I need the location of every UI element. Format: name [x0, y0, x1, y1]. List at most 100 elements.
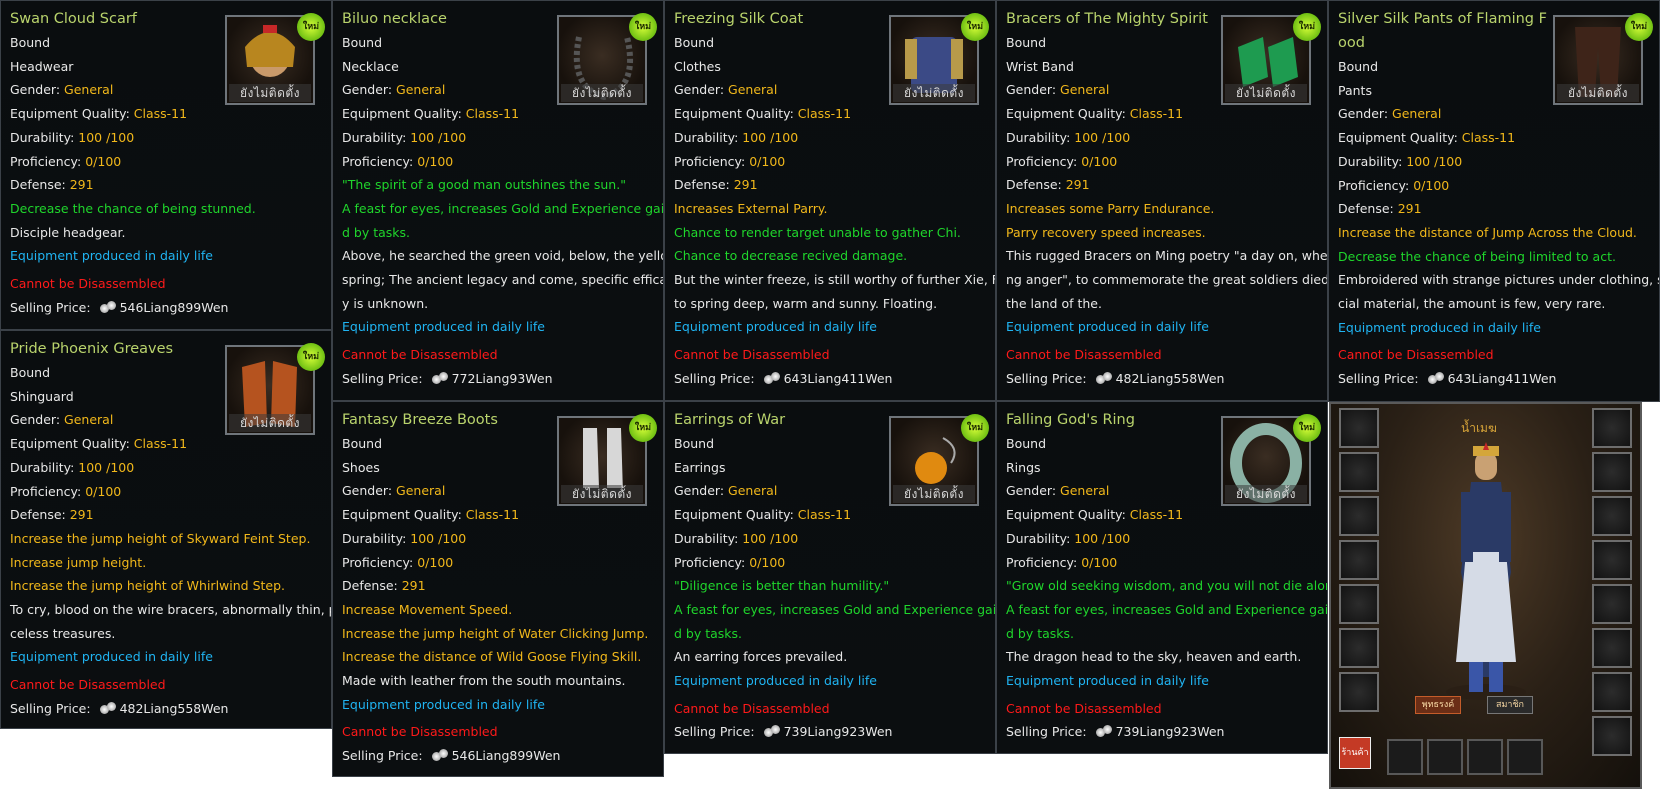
- equip-slot-ring-2[interactable]: [1592, 628, 1632, 668]
- equip-slot-hidden-weapon[interactable]: [1592, 452, 1632, 492]
- item-stat: Durability: 100 /100: [10, 456, 331, 480]
- stat-value: Class-11: [1461, 130, 1516, 146]
- item-tooltip-3: ยังไม่ติดตั้ง ใหม่ Bracers of The Mighty S…: [996, 0, 1328, 401]
- item-line: Increase the jump height of Water Clicki…: [342, 625, 649, 641]
- stat-value: 100 /100: [742, 530, 799, 546]
- item-icon: ยังไม่ติดตั้ง ใหม่: [557, 13, 657, 105]
- item-stat: Defense: 291: [1006, 173, 1327, 197]
- selling-price: Selling Price: 739Liang923Wen: [1006, 720, 1327, 744]
- equip-slot-extra[interactable]: [1592, 716, 1632, 756]
- item-line: An earring forces prevailed.: [674, 649, 848, 665]
- item-line: the land of the.: [1006, 295, 1102, 311]
- item-stat: Defense: 291: [10, 503, 331, 527]
- item-tooltip-6: ยังไม่ติดตั้ง ใหม่ Fantasy Breeze Boots Bou…: [332, 401, 664, 777]
- item-line: Equipment produced in daily life: [1338, 319, 1541, 335]
- stat-value: Class-11: [797, 507, 852, 523]
- character-name: น้ำเมฆ: [1461, 421, 1497, 435]
- item-icon: ยังไม่ติดตั้ง ใหม่: [889, 13, 989, 105]
- stat-value: 291: [401, 578, 426, 594]
- item-stat: Proficiency: 0/100: [342, 551, 663, 575]
- equip-slot-earring-2[interactable]: [1592, 540, 1632, 580]
- stat-value: 0/100: [1413, 177, 1450, 193]
- stat-label: Proficiency:: [674, 554, 750, 570]
- stat-label: Gender:: [674, 82, 729, 98]
- equip-slot-shoes[interactable]: [1339, 672, 1379, 712]
- selling-price: Selling Price: 482Liang558Wen: [10, 697, 331, 721]
- item-line: "The spirit of a good man outshines the …: [342, 177, 626, 193]
- item-line: A feast for eyes, increases Gold and Exp…: [674, 601, 996, 617]
- selling-price: Selling Price: 546Liang899Wen: [10, 296, 331, 320]
- item-line: Increases External Parry.: [674, 200, 828, 216]
- item-stat: Equipment Quality: Class-11: [342, 503, 663, 527]
- item-line: Cannot be Disassembled: [342, 724, 498, 740]
- item-line: Increases some Parry Endurance.: [1006, 200, 1215, 216]
- stat-value: Class-11: [465, 507, 520, 523]
- fashion-slot-clothes[interactable]: [1427, 739, 1463, 775]
- equip-slot-mount[interactable]: [1592, 672, 1632, 712]
- item-line: Cannot be Disassembled: [674, 347, 830, 363]
- stat-value: 100 /100: [742, 129, 799, 145]
- stat-label: Gender:: [10, 82, 65, 98]
- fashion-slot-cape[interactable]: [1507, 739, 1543, 775]
- stat-value: 0/100: [1081, 153, 1118, 169]
- stat-value: 100 /100: [78, 129, 135, 145]
- stat-value: 291: [733, 177, 758, 193]
- silver-coins-icon: [763, 371, 781, 385]
- item-line: This rugged Bracers on Ming poetry "a da…: [1006, 248, 1328, 264]
- character-tab-button-right[interactable]: สมาชิก: [1487, 696, 1533, 714]
- fashion-slot-hat[interactable]: [1387, 739, 1423, 775]
- item-stat: Durability: 100 /100: [10, 126, 331, 150]
- item-tooltip-1: ยังไม่ติดตั้ง ใหม่ Biluo necklace Bound Neck…: [332, 0, 664, 401]
- item-stat: Durability: 100 /100: [674, 527, 995, 551]
- stat-label: Equipment Quality:: [1006, 106, 1130, 122]
- item-line: Increase jump height.: [10, 554, 147, 570]
- stat-value: 100 /100: [1074, 530, 1131, 546]
- equip-slot-shinguard[interactable]: [1339, 628, 1379, 668]
- equip-slot-ring-1[interactable]: [1592, 584, 1632, 624]
- stat-value: 0/100: [85, 483, 122, 499]
- item-stat: Durability: 100 /100: [674, 126, 995, 150]
- equip-slot-earring-1[interactable]: [1592, 496, 1632, 536]
- equip-slot-wristband[interactable]: [1339, 540, 1379, 580]
- item-line: Equipment produced in daily life: [10, 248, 213, 264]
- item-line: Increase the jump height of Skyward Fein…: [10, 530, 311, 546]
- shop-icon[interactable]: ร้านค้า: [1339, 737, 1371, 769]
- stat-value: 0/100: [417, 554, 454, 570]
- stat-value: General: [1060, 82, 1110, 98]
- item-line: Chance to decrease recived damage.: [674, 248, 908, 264]
- equip-slot-weapon[interactable]: [1592, 408, 1632, 448]
- not-equipped-label: ยังไม่ติดตั้ง: [229, 414, 311, 432]
- item-line: to spring deep, warm and sunny. Floating…: [674, 295, 938, 311]
- not-equipped-label: ยังไม่ติดตั้ง: [1225, 84, 1307, 102]
- selling-price-value: 482Liang558Wen: [119, 700, 229, 716]
- equip-slot-clothes[interactable]: [1339, 496, 1379, 536]
- equip-slot-headwear[interactable]: [1339, 408, 1379, 448]
- stat-label: Durability:: [10, 459, 79, 475]
- stat-label: Gender:: [674, 483, 729, 499]
- item-stat: Equipment Quality: Class-11: [674, 503, 995, 527]
- selling-price: Selling Price: 643Liang411Wen: [674, 367, 995, 391]
- stat-label: Defense:: [10, 177, 70, 193]
- fashion-slot-shoes[interactable]: [1467, 739, 1503, 775]
- item-stat: Equipment Quality: Class-11: [674, 102, 995, 126]
- selling-price: Selling Price: 546Liang899Wen: [342, 744, 663, 768]
- not-equipped-label: ยังไม่ติดตั้ง: [229, 84, 311, 102]
- stat-value: 100 /100: [1406, 153, 1463, 169]
- item-line: Cannot be Disassembled: [1006, 347, 1162, 363]
- not-equipped-label: ยังไม่ติดตั้ง: [893, 84, 975, 102]
- selling-price-value: 643Liang411Wen: [1447, 371, 1557, 387]
- item-stat: Defense: 291: [342, 574, 663, 598]
- stat-value: 291: [1065, 177, 1090, 193]
- new-badge-icon: ใหม่: [297, 13, 325, 41]
- item-stat: Durability: 100 /100: [342, 126, 663, 150]
- item-line: celess treasures.: [10, 625, 116, 641]
- stat-label: Equipment Quality:: [10, 106, 134, 122]
- equip-slot-necklace[interactable]: [1339, 452, 1379, 492]
- character-tab-button-left[interactable]: พุทธรงค์: [1415, 696, 1461, 714]
- stat-value: Class-11: [797, 106, 852, 122]
- equip-slot-pants[interactable]: [1339, 584, 1379, 624]
- selling-price-label: Selling Price:: [10, 700, 95, 716]
- item-line: Cannot be Disassembled: [1338, 347, 1494, 363]
- stat-label: Defense:: [674, 177, 734, 193]
- item-stat: Proficiency: 0/100: [10, 480, 331, 504]
